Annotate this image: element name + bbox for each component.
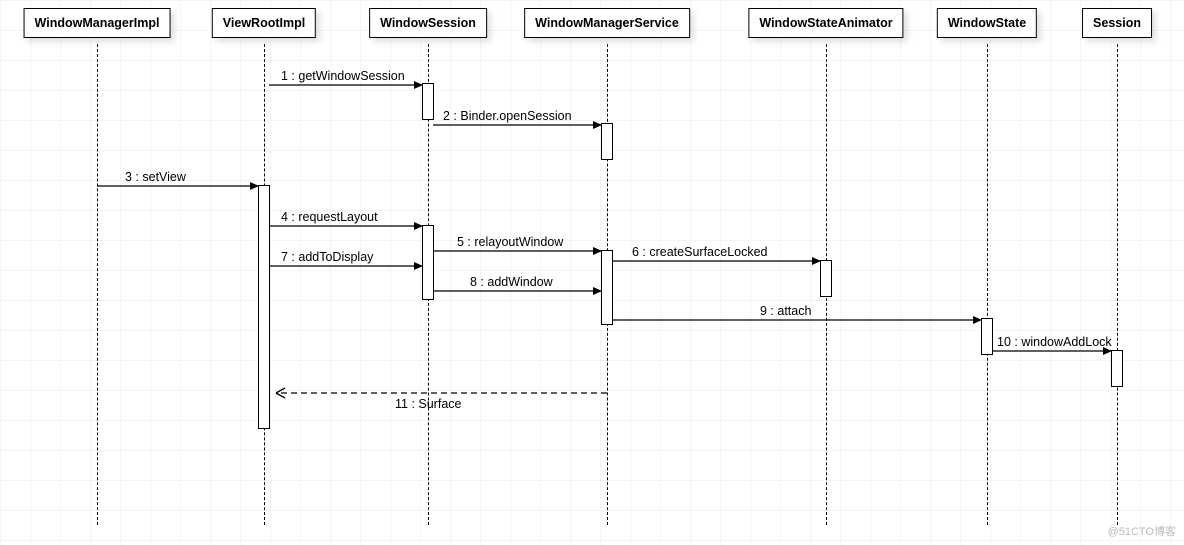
message-label: 4 : requestLayout [281, 210, 378, 224]
watermark: @51CTO博客 [1108, 523, 1176, 539]
arrows-layer [0, 0, 1184, 545]
message-label: 5 : relayoutWindow [457, 235, 563, 249]
message-label: 1 : getWindowSession [281, 69, 405, 83]
message-label: 11 : Surface [395, 397, 461, 411]
message-label: 2 : Binder.openSession [443, 109, 572, 123]
message-label: 3 : setView [125, 170, 186, 184]
message-label: 7 : addToDisplay [281, 250, 373, 264]
message-label: 10 : windowAddLock [997, 335, 1112, 349]
message-label: 9 : attach [760, 304, 811, 318]
message-label: 8 : addWindow [470, 275, 553, 289]
message-label: 6 : createSurfaceLocked [632, 245, 768, 259]
